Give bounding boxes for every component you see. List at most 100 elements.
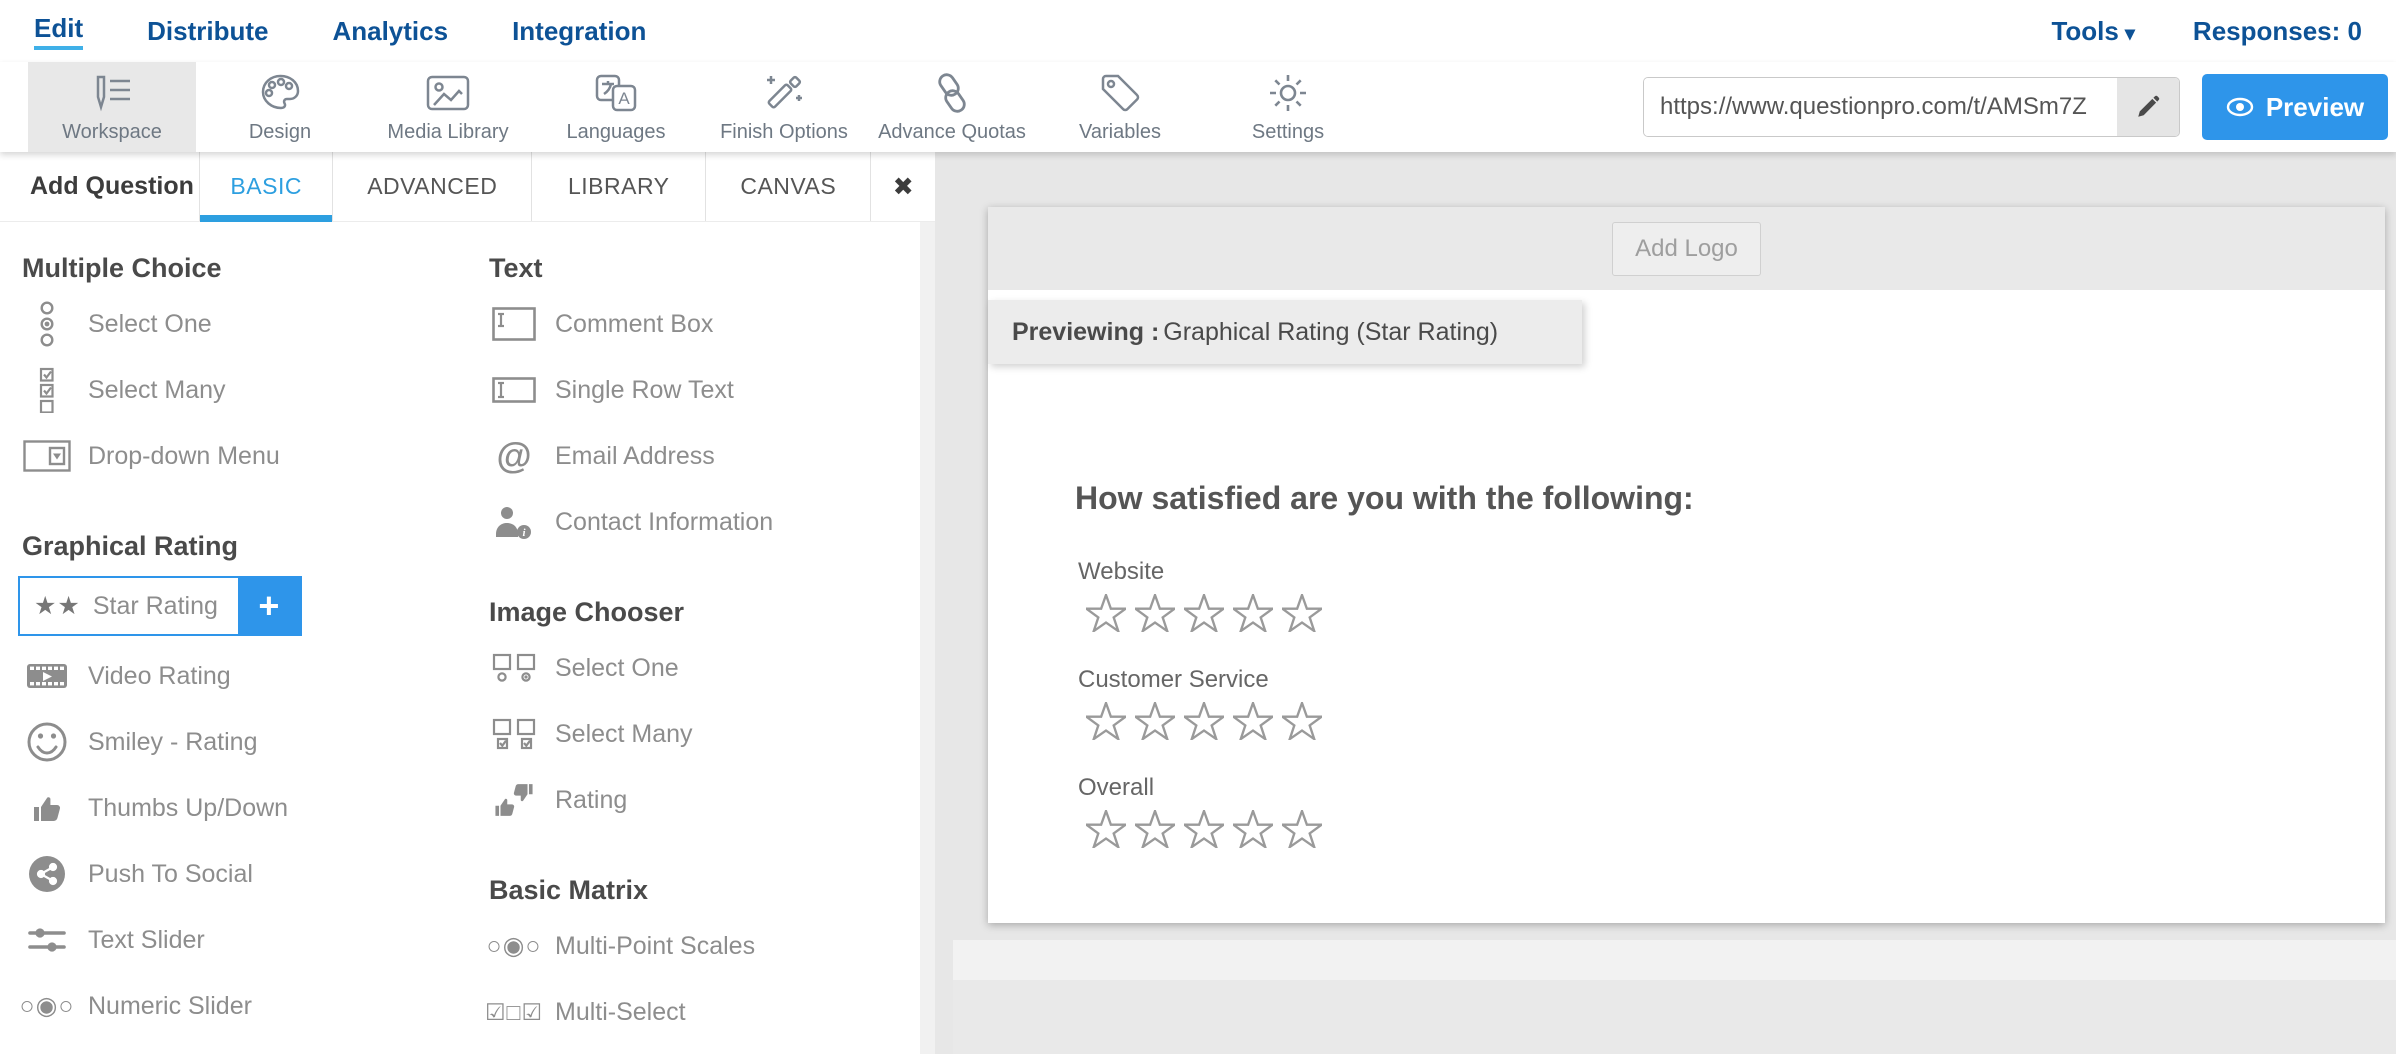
toolbar-label: Languages xyxy=(567,121,666,144)
qtype-thumbs-up-down[interactable]: Thumbs Up/Down xyxy=(22,782,465,834)
nav-integration[interactable]: Integration xyxy=(512,16,646,47)
magic-wand-icon xyxy=(762,70,806,116)
radio-row-icon: ○◉○ xyxy=(22,991,72,1021)
previewing-label: Previewing : xyxy=(1012,318,1159,347)
rating-rows: Website Customer Service Overall xyxy=(1078,558,1322,882)
qtype-label: Select One xyxy=(555,654,679,683)
tab-advanced[interactable]: ADVANCED xyxy=(332,152,531,221)
star-icon[interactable] xyxy=(1233,594,1273,632)
toolbar-right-group: Preview xyxy=(1643,62,2388,152)
qtype-select-many[interactable]: Select Many xyxy=(22,364,465,416)
star-icon[interactable] xyxy=(1282,594,1322,632)
contact-icon: i xyxy=(489,504,539,540)
qtype-smiley-rating[interactable]: Smiley - Rating xyxy=(22,716,465,768)
qtype-dropdown-menu[interactable]: Drop-down Menu xyxy=(22,430,465,482)
toolbar-label: Settings xyxy=(1252,121,1324,144)
qtype-push-to-social[interactable]: Push To Social xyxy=(22,848,465,900)
star-icon[interactable] xyxy=(1086,702,1126,740)
preview-label: Preview xyxy=(2266,92,2364,123)
dropdown-icon xyxy=(22,440,72,472)
qtype-email-address[interactable]: @ Email Address xyxy=(489,430,920,482)
qtype-label: Multi-Select xyxy=(555,998,686,1027)
star-icon[interactable] xyxy=(1282,702,1322,740)
panel-scrollbar[interactable] xyxy=(920,222,935,1054)
toolbar-media-library[interactable]: Media Library xyxy=(364,62,532,152)
toolbar-workspace[interactable]: Workspace xyxy=(28,62,196,152)
star-icon[interactable] xyxy=(1233,702,1273,740)
toolbar-design[interactable]: Design xyxy=(196,62,364,152)
plus-icon: + xyxy=(258,585,279,627)
star-icon[interactable] xyxy=(1184,702,1224,740)
eye-icon xyxy=(2226,97,2254,117)
toolbar-finish-options[interactable]: Finish Options xyxy=(700,62,868,152)
qtype-contact-information[interactable]: i Contact Information xyxy=(489,496,920,548)
toolbar-advance-quotas[interactable]: Advance Quotas xyxy=(868,62,1036,152)
qtype-label: Select Many xyxy=(555,720,693,749)
preview-button[interactable]: Preview xyxy=(2202,74,2388,140)
nav-analytics[interactable]: Analytics xyxy=(332,16,448,47)
qtype-label: Text Slider xyxy=(88,926,205,955)
edit-url-button[interactable] xyxy=(2117,78,2179,136)
chain-link-icon xyxy=(930,70,974,116)
close-icon: ✖ xyxy=(893,172,914,202)
check-row-icon: ☑□☑ xyxy=(489,999,539,1026)
close-panel-button[interactable]: ✖ xyxy=(870,152,935,221)
qtype-label: Numeric Slider xyxy=(88,992,252,1021)
qtype-single-row-text[interactable]: Single Row Text xyxy=(489,364,920,416)
toolbar-label: Advance Quotas xyxy=(878,121,1026,144)
star-icon[interactable] xyxy=(1184,810,1224,848)
star-icon[interactable] xyxy=(1184,594,1224,632)
previewing-banner: Previewing : Graphical Rating (Star Rati… xyxy=(988,300,1582,364)
qtype-label: Video Rating xyxy=(88,662,231,691)
row-label: Overall xyxy=(1078,774,1322,802)
star-icon[interactable] xyxy=(1086,594,1126,632)
qtype-label: Email Address xyxy=(555,442,715,471)
star-icon[interactable] xyxy=(1135,702,1175,740)
survey-preview-area: Add Logo Previewing : Graphical Rating (… xyxy=(935,152,2396,1054)
tab-library[interactable]: LIBRARY xyxy=(531,152,705,221)
qtype-star-rating-selected[interactable]: ★★ Star Rating + xyxy=(18,576,302,636)
row-label: Customer Service xyxy=(1078,666,1322,694)
qtype-numeric-slider[interactable]: ○◉○ Numeric Slider xyxy=(22,980,465,1032)
qtype-video-rating[interactable]: Video Rating xyxy=(22,650,465,702)
qtype-select-one[interactable]: Select One xyxy=(22,298,465,350)
qtype-image-select-many[interactable]: Select Many xyxy=(489,708,920,760)
add-question-label: Add Question xyxy=(0,152,199,221)
star-icon[interactable] xyxy=(1086,810,1126,848)
qtype-multi-select[interactable]: ☑□☑ Multi-Select xyxy=(489,986,920,1038)
responses-link[interactable]: Responses: 0 xyxy=(2193,16,2362,47)
qtype-image-select-one[interactable]: Select One xyxy=(489,642,920,694)
qtype-comment-box[interactable]: Comment Box xyxy=(489,298,920,350)
add-star-rating-button[interactable]: + xyxy=(238,578,300,634)
star-icon[interactable] xyxy=(1135,810,1175,848)
star-icon[interactable] xyxy=(1135,594,1175,632)
survey-url-box xyxy=(1643,77,2180,137)
tools-menu[interactable]: Tools▾ xyxy=(2051,16,2134,47)
star-icon[interactable] xyxy=(1233,810,1273,848)
qtype-label: Rating xyxy=(555,786,627,815)
qtype-label: Single Row Text xyxy=(555,376,734,405)
qtype-text-slider[interactable]: Text Slider xyxy=(22,914,465,966)
rating-row-website: Website xyxy=(1078,558,1322,632)
qtype-label: Drop-down Menu xyxy=(88,442,280,471)
nav-distribute[interactable]: Distribute xyxy=(147,16,268,47)
qtype-image-rating[interactable]: Rating xyxy=(489,774,920,826)
textarea-icon xyxy=(489,307,539,341)
toolbar-languages[interactable]: A Languages xyxy=(532,62,700,152)
survey-url-input[interactable] xyxy=(1644,78,2117,136)
nav-edit[interactable]: Edit xyxy=(34,13,83,50)
thumb-up-icon xyxy=(22,792,72,824)
add-logo-button[interactable]: Add Logo xyxy=(1612,222,1761,276)
tab-canvas[interactable]: CANVAS xyxy=(705,152,870,221)
at-icon: @ xyxy=(489,435,539,477)
tab-basic[interactable]: BASIC xyxy=(199,152,332,221)
qtype-label: Select One xyxy=(88,310,212,339)
image-icon xyxy=(426,70,470,116)
star-icon[interactable] xyxy=(1282,810,1322,848)
qtype-multi-point-scales[interactable]: ○◉○ Multi-Point Scales xyxy=(489,920,920,972)
qtype-label: Multi-Point Scales xyxy=(555,932,755,961)
toolbar-settings[interactable]: Settings xyxy=(1204,62,1372,152)
star-rating-input xyxy=(1078,702,1322,740)
toolbar-variables[interactable]: Variables xyxy=(1036,62,1204,152)
thumbs-rating-icon xyxy=(489,781,539,819)
